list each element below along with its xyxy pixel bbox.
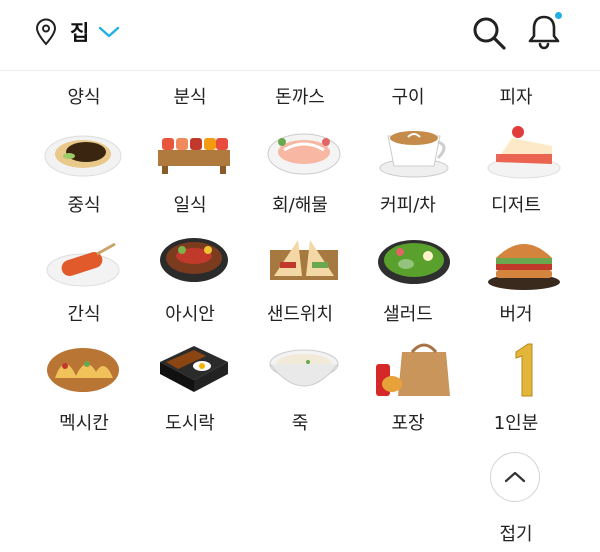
category-label[interactable]: 피자: [461, 83, 571, 109]
category-item-japanese[interactable]: [152, 120, 236, 182]
category-item-mexican[interactable]: [41, 338, 125, 400]
category-label[interactable]: 아시안: [135, 300, 245, 326]
tacos-image: [47, 348, 119, 392]
category-item-sandwich[interactable]: [262, 230, 346, 292]
category-item-porridge[interactable]: [262, 338, 346, 400]
single-serving-image: [515, 343, 533, 397]
category-item-burger[interactable]: [482, 230, 566, 292]
category-label[interactable]: 샌드위치: [245, 300, 355, 326]
dessert-image: [487, 126, 561, 179]
notification-badge: [555, 12, 562, 19]
asian-noodle-image: [160, 238, 228, 282]
category-label[interactable]: 구이: [353, 83, 463, 109]
chevron-up-icon: [504, 471, 526, 483]
notifications-button[interactable]: [524, 12, 564, 52]
category-item-seafood[interactable]: [262, 120, 346, 182]
burger-image: [488, 244, 560, 290]
category-item-single-serving[interactable]: [482, 338, 566, 400]
category-item-chinese[interactable]: [41, 120, 125, 182]
japanese-food-image: [158, 138, 230, 174]
category-item-lunchbox[interactable]: [152, 338, 236, 400]
category-label[interactable]: 죽: [245, 409, 355, 435]
category-label[interactable]: 중식: [29, 191, 139, 217]
takeout-image: [376, 343, 450, 396]
collapse-label[interactable]: 접기: [470, 520, 562, 546]
lunchbox-image: [160, 346, 228, 392]
collapse-button[interactable]: [490, 452, 540, 502]
category-item-dessert[interactable]: [482, 120, 566, 182]
category-item-asian[interactable]: [152, 230, 236, 292]
category-label[interactable]: 커피/차: [353, 191, 463, 217]
porridge-image: [269, 349, 339, 387]
category-label[interactable]: 간식: [29, 300, 139, 326]
category-label[interactable]: 디저트: [461, 191, 571, 217]
category-label[interactable]: 도시락: [135, 409, 245, 435]
category-label[interactable]: 1인분: [461, 409, 571, 435]
category-label[interactable]: 일식: [135, 191, 245, 217]
category-label[interactable]: 샐러드: [353, 300, 463, 326]
category-label[interactable]: 버거: [461, 300, 571, 326]
coffee-tea-image: [379, 131, 449, 178]
salad-image: [378, 240, 450, 284]
location-pin-icon: [35, 18, 57, 46]
location-selector[interactable]: 집: [34, 16, 120, 48]
location-name: 집: [70, 21, 90, 45]
category-label[interactable]: 돈까스: [245, 83, 355, 109]
category-label[interactable]: 회/해물: [245, 191, 355, 217]
corn-dog-snack-image: [46, 242, 120, 287]
category-item-salad[interactable]: [372, 230, 456, 292]
category-item-coffee[interactable]: [372, 120, 456, 182]
chevron-down-icon: [99, 26, 120, 38]
sashimi-seafood-image: [267, 133, 341, 175]
search-icon[interactable]: [470, 14, 508, 52]
top-bar: 집: [0, 0, 600, 71]
category-item-snack[interactable]: [41, 230, 125, 292]
sandwich-image: [270, 240, 338, 280]
category-item-takeout[interactable]: [372, 338, 456, 400]
category-label[interactable]: 포장: [353, 409, 463, 435]
category-label[interactable]: 분식: [135, 83, 245, 109]
category-label[interactable]: 양식: [29, 83, 139, 109]
category-label[interactable]: 멕시칸: [29, 409, 139, 435]
chinese-food-image: [44, 135, 122, 177]
